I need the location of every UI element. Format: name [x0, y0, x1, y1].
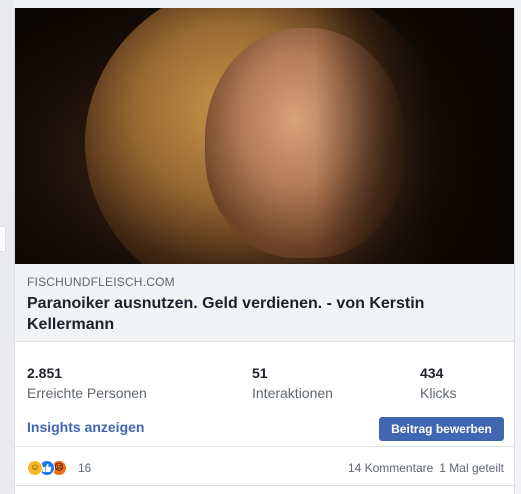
shares-count-link[interactable]: 1 Mal geteilt	[439, 461, 504, 475]
stat-clicks: 434 Klicks	[420, 364, 457, 402]
link-domain: FISCHUNDFLEISCH.COM	[27, 275, 175, 289]
promote-post-button[interactable]: Beitrag bewerben	[379, 417, 504, 441]
reactions-bar: ☺ ☹ 16 14 Kommentare 1 Mal geteilt	[15, 450, 514, 486]
gutter-tab	[0, 226, 6, 252]
photo-shadow	[315, 8, 514, 264]
stat-engagements: 51 Interaktionen	[252, 364, 333, 402]
comments-count-link[interactable]: 14 Kommentare	[348, 461, 433, 475]
haha-icon: ☺	[27, 460, 43, 476]
post-stats: 2.851 Erreichte Personen 51 Interaktione…	[15, 356, 514, 402]
reaction-count[interactable]: 16	[78, 461, 91, 475]
link-title: Paranoiker ausnutzen. Geld verdienen. - …	[27, 295, 425, 333]
stat-value: 434	[420, 365, 444, 381]
post-card: FISCHUNDFLEISCH.COM Paranoiker ausnutzen…	[14, 8, 515, 494]
stat-label: Interaktionen	[252, 385, 333, 401]
stat-label: Erreichte Personen	[27, 385, 147, 401]
stat-reach: 2.851 Erreichte Personen	[27, 364, 147, 402]
card-bottom	[15, 487, 514, 494]
stat-value: 2.851	[27, 365, 63, 381]
link-preview-meta[interactable]: FISCHUNDFLEISCH.COM Paranoiker ausnutzen…	[15, 264, 514, 342]
link-preview-image[interactable]	[15, 8, 514, 264]
post-actions: Insights anzeigen Beitrag bewerben	[15, 411, 514, 447]
stat-label: Klicks	[420, 385, 457, 401]
view-insights-link[interactable]: Insights anzeigen	[27, 419, 144, 435]
engagement-summary: 14 Kommentare 1 Mal geteilt	[348, 461, 504, 475]
left-gutter	[0, 0, 14, 494]
stat-value: 51	[252, 365, 268, 381]
